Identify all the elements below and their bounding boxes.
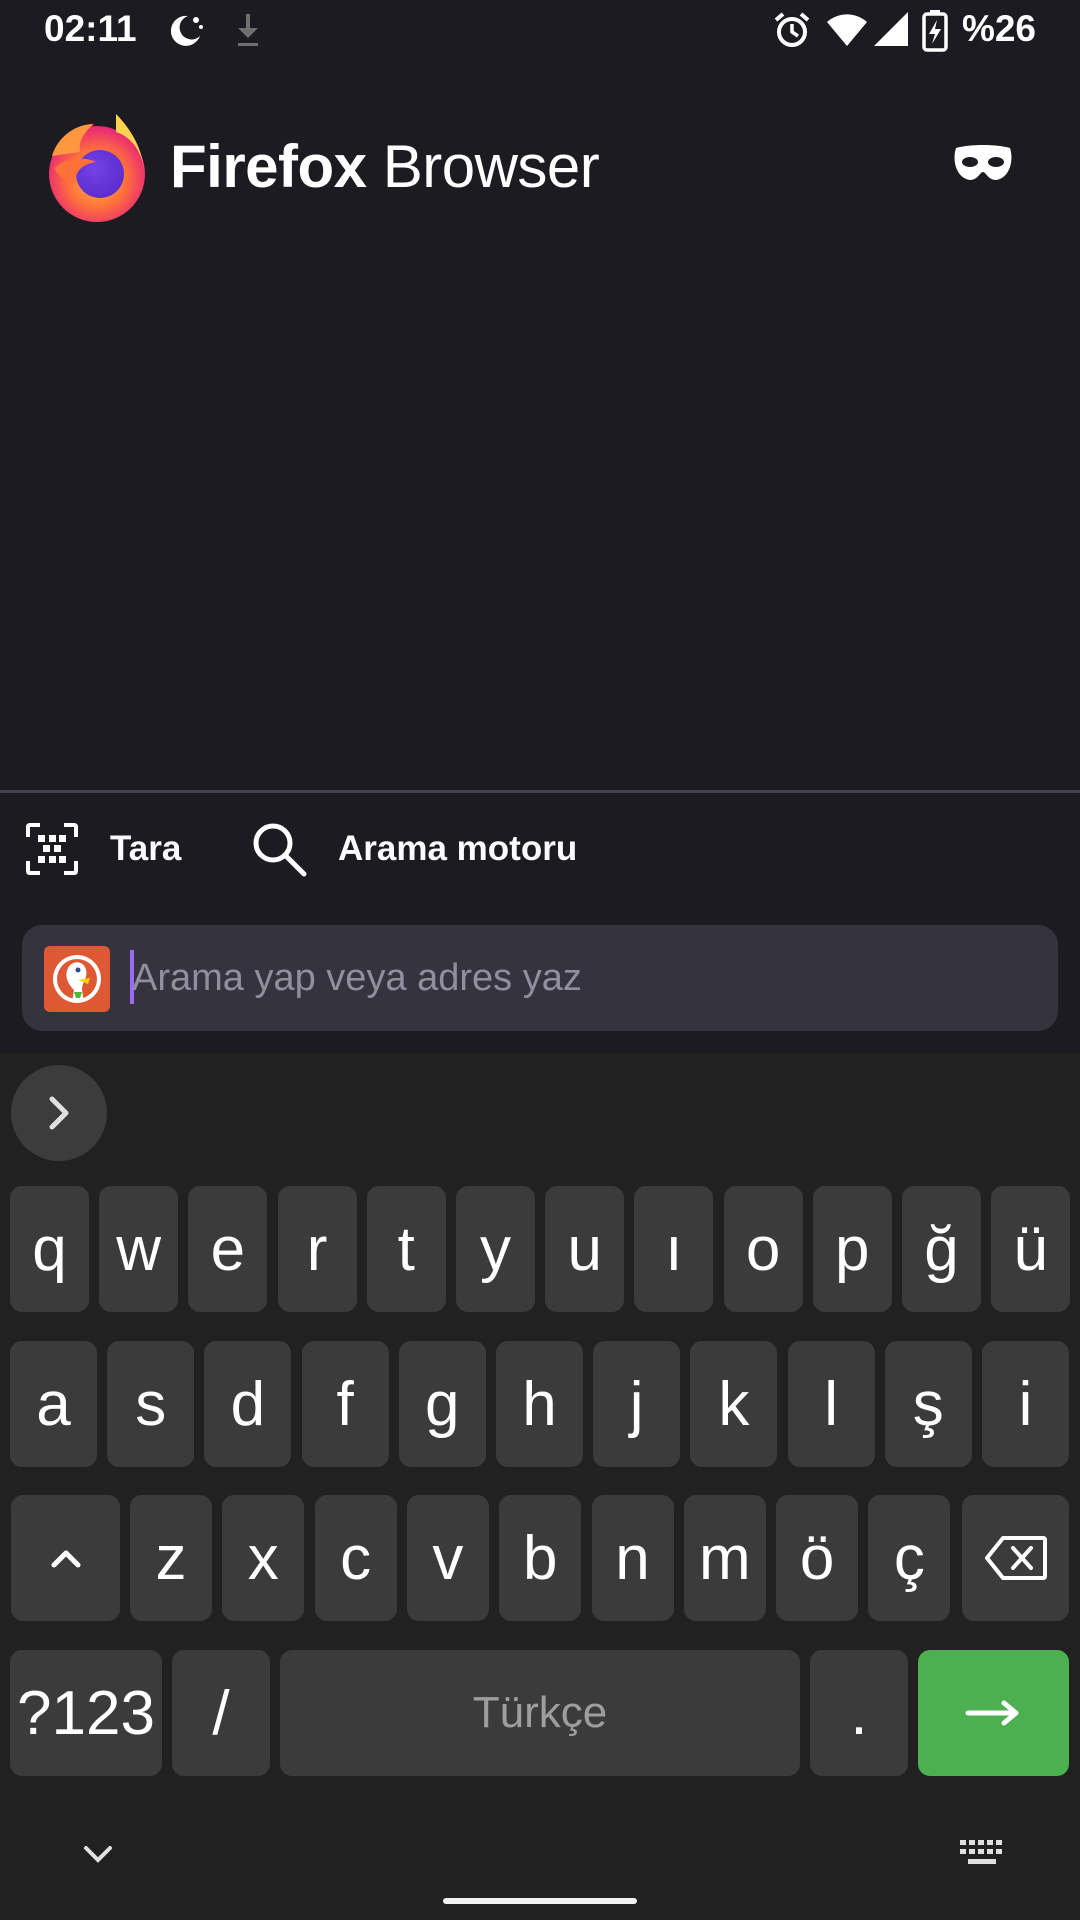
key-slash[interactable]: / [172, 1650, 270, 1776]
key-r[interactable]: r [277, 1186, 357, 1312]
keyboard-expand-button[interactable] [11, 1065, 107, 1161]
key-h[interactable]: h [496, 1341, 583, 1467]
key-ö[interactable]: ö [776, 1495, 859, 1621]
key-e[interactable]: e [188, 1186, 268, 1312]
key-z[interactable]: z [130, 1495, 212, 1621]
key-i[interactable]: i [982, 1341, 1069, 1467]
signal-icon [872, 10, 910, 55]
wifi-icon [826, 10, 868, 55]
key-q[interactable]: q [10, 1186, 89, 1312]
key-n[interactable]: n [591, 1495, 674, 1621]
switch-keyboard-button[interactable] [958, 1838, 1006, 1870]
private-browsing-button[interactable] [950, 140, 1016, 188]
private-browsing-mask-icon [954, 145, 1012, 180]
key-b[interactable]: b [499, 1495, 582, 1621]
battery-percentage: %26 [961, 8, 1036, 49]
key-x[interactable]: x [222, 1495, 305, 1621]
key-t[interactable]: t [366, 1186, 446, 1312]
key-ı[interactable]: ı [634, 1186, 714, 1312]
do-not-disturb-moon-icon [166, 10, 206, 55]
key-ü[interactable]: ü [991, 1186, 1071, 1312]
key-ç[interactable]: ç [868, 1495, 951, 1621]
status-bar: 02:11 %26 [0, 0, 1080, 64]
symbols-key[interactable]: ?123 [10, 1650, 162, 1776]
firefox-logo-icon [44, 112, 150, 224]
key-l[interactable]: l [787, 1341, 875, 1467]
backspace-icon [984, 1536, 1047, 1580]
shift-chevron-up-icon [51, 1550, 80, 1568]
home-indicator[interactable] [443, 1898, 637, 1904]
alarm-icon [772, 10, 812, 55]
shift-key[interactable] [11, 1495, 120, 1621]
key-s[interactable]: s [107, 1341, 195, 1467]
download-icon [228, 10, 268, 55]
key-j[interactable]: j [593, 1341, 681, 1467]
app-name-light: Browser [366, 133, 600, 200]
qr-scan-icon [26, 823, 78, 875]
key-period[interactable]: . [810, 1650, 908, 1776]
status-time: 02:11 [44, 8, 137, 49]
search-engine-button[interactable]: Arama motoru [250, 818, 577, 880]
key-c[interactable]: c [314, 1495, 397, 1621]
key-v[interactable]: v [406, 1495, 489, 1621]
space-key[interactable]: Türkçe [280, 1650, 800, 1776]
scan-label: Tara [110, 829, 182, 868]
duckduckgo-icon[interactable] [44, 946, 110, 1012]
space-key-label: Türkçe [472, 1688, 608, 1737]
search-address-input[interactable] [132, 940, 1032, 1016]
key-k[interactable]: k [690, 1341, 778, 1467]
key-ğ[interactable]: ğ [902, 1186, 981, 1312]
key-p[interactable]: p [812, 1186, 892, 1312]
hide-keyboard-button[interactable] [70, 1834, 126, 1874]
battery-charging-icon [922, 10, 948, 57]
keyboard-icon [960, 1840, 1002, 1864]
app-name: Firefox Browser [170, 132, 600, 201]
app-name-bold: Firefox [170, 133, 367, 200]
key-d[interactable]: d [204, 1341, 292, 1467]
key-m[interactable]: m [683, 1495, 766, 1621]
key-u[interactable]: u [545, 1186, 625, 1312]
chevron-right-icon [49, 1096, 69, 1130]
enter-key[interactable] [918, 1650, 1069, 1776]
key-o[interactable]: o [723, 1186, 803, 1312]
key-w[interactable]: w [99, 1186, 179, 1312]
arrow-right-icon [965, 1700, 1018, 1726]
key-a[interactable]: a [10, 1341, 97, 1467]
search-engine-label: Arama motoru [338, 829, 578, 868]
key-g[interactable]: g [398, 1341, 486, 1467]
soft-keyboard [0, 1053, 1080, 1920]
key-ş[interactable]: ş [884, 1341, 972, 1467]
backspace-key[interactable] [962, 1495, 1069, 1621]
search-icon [253, 823, 307, 877]
scan-button[interactable]: Tara [24, 818, 181, 880]
chevron-down-icon [84, 1846, 112, 1863]
key-y[interactable]: y [456, 1186, 535, 1312]
key-f[interactable]: f [301, 1341, 389, 1467]
